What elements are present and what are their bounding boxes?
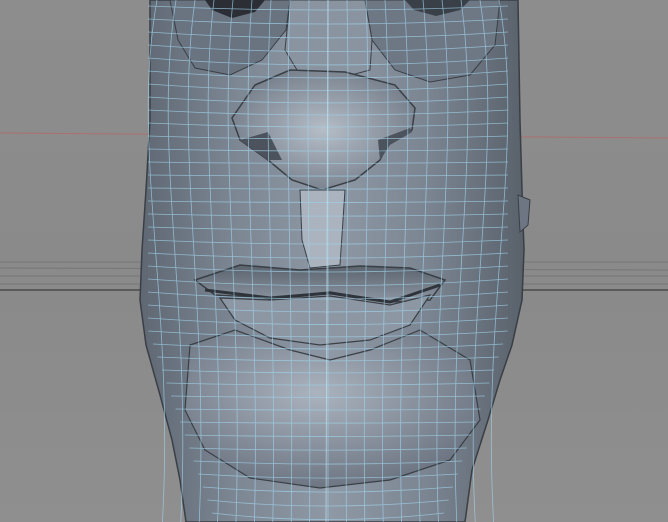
nose-bridge [284, 0, 373, 79]
viewport-canvas[interactable] [0, 0, 668, 522]
3d-viewport[interactable] [0, 0, 668, 522]
head-mesh[interactable] [139, 0, 531, 522]
philtrum [299, 189, 346, 269]
